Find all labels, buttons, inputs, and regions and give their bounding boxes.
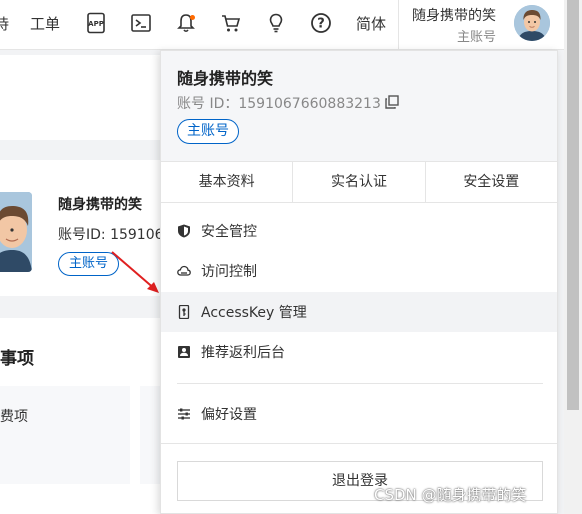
shield-icon	[178, 224, 190, 238]
menu-item-security-control[interactable]: 安全管控	[161, 211, 557, 251]
dropdown-header: 随身携带的笑 账号 ID：1591067660883213 主账号	[161, 51, 557, 161]
top-navbar: 诗 工单 APP ? 简体 随身携带的笑 主账号	[0, 0, 582, 50]
account-avatar	[0, 192, 32, 272]
app-icon[interactable]: APP	[83, 10, 109, 36]
avatar[interactable]	[514, 5, 550, 41]
key-icon	[178, 305, 190, 319]
menu-item-accesskey[interactable]: AccessKey 管理	[161, 292, 557, 332]
menu-item-preferences[interactable]: 偏好设置	[161, 394, 557, 434]
pending-items-section: 事项 费项	[0, 318, 160, 514]
dropdown-tabs: 基本资料 实名认证 安全设置	[161, 161, 557, 203]
dropdown-user-name: 随身携带的笑	[177, 69, 274, 88]
tab-real-name[interactable]: 实名认证	[293, 162, 426, 202]
user-role: 主账号	[457, 30, 497, 45]
user-menu-trigger[interactable]: 随身携带的笑 主账号	[398, 0, 562, 50]
bell-icon[interactable]	[173, 10, 199, 36]
lightbulb-icon[interactable]	[263, 10, 289, 36]
menu-item-label: 推荐返利后台	[201, 345, 285, 361]
account-card-name: 随身携带的笑	[58, 197, 142, 213]
divider	[161, 443, 557, 444]
nav-cut-text[interactable]: 诗	[0, 13, 9, 34]
svg-text:?: ?	[317, 17, 325, 32]
sliders-icon	[178, 408, 190, 420]
pending-item-card[interactable]: 费项	[0, 386, 130, 484]
pending-item-label: 费项	[0, 409, 28, 425]
page-scrollbar[interactable]	[564, 0, 582, 514]
language-switch[interactable]: 简体	[356, 13, 386, 34]
copy-icon[interactable]	[385, 95, 399, 109]
tab-security-settings[interactable]: 安全设置	[426, 162, 557, 202]
scrollbar-thumb[interactable]	[567, 0, 579, 410]
dropdown-account-tag: 主账号	[177, 119, 239, 144]
menu-item-access-control[interactable]: 访问控制	[161, 251, 557, 291]
pending-item-card-2[interactable]	[140, 386, 160, 484]
account-card-id: 账号ID: 159106	[58, 227, 164, 243]
watermark: CSDN @随身携带的笑	[374, 486, 527, 504]
user-name: 随身携带的笑	[412, 8, 496, 24]
red-arrow-annotation	[111, 251, 159, 293]
referral-icon	[178, 346, 190, 358]
user-dropdown-menu: 随身携带的笑 账号 ID：1591067660883213 主账号 基本资料 实…	[160, 50, 558, 514]
terminal-icon[interactable]	[128, 10, 154, 36]
tab-basic-info[interactable]: 基本资料	[161, 162, 294, 202]
dropdown-account-id: 账号 ID：1591067660883213	[177, 96, 381, 112]
menu-item-label: 安全管控	[201, 224, 257, 240]
nav-ticket[interactable]: 工单	[30, 13, 60, 34]
menu-item-referral[interactable]: 推荐返利后台	[161, 332, 557, 372]
menu-item-label: 偏好设置	[201, 407, 257, 423]
menu-item-label: AccessKey 管理	[201, 305, 307, 321]
section-title: 事项	[0, 349, 34, 369]
help-icon[interactable]: ?	[308, 10, 334, 36]
notification-dot	[190, 15, 195, 20]
svg-text:APP: APP	[88, 20, 104, 28]
cloud-icon	[177, 265, 191, 276]
left-panel-top	[0, 55, 160, 140]
menu-item-label: 访问控制	[201, 264, 257, 280]
cart-icon[interactable]	[218, 10, 244, 36]
divider	[177, 383, 543, 384]
